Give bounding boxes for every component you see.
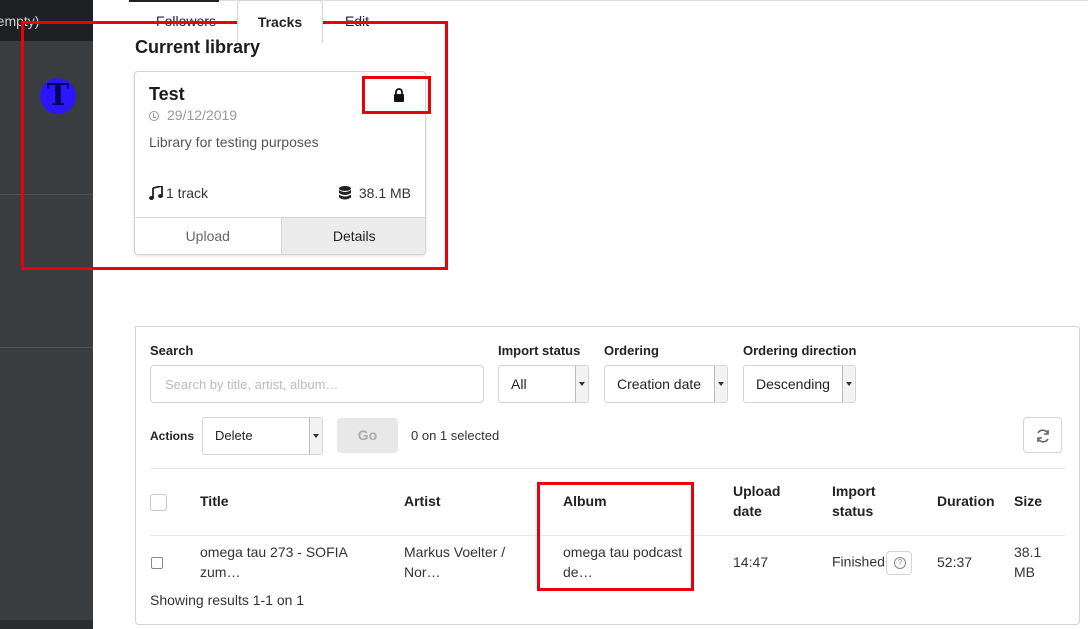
search-label: Search	[150, 343, 194, 358]
action-select[interactable]: Delete	[202, 417, 323, 455]
ordering-value: Creation date	[617, 376, 702, 392]
column-header-size[interactable]: Size	[1014, 491, 1042, 511]
refresh-icon	[1037, 429, 1049, 443]
row-duration: 52:37	[937, 554, 973, 570]
selected-count: 0 on 1 selected	[411, 428, 500, 443]
column-header-title[interactable]: Title	[200, 491, 229, 511]
column-header-artist[interactable]: Artist	[404, 491, 441, 511]
chevron-down-icon	[309, 418, 322, 454]
row-size-line2: MB	[1014, 564, 1035, 580]
highlight-box-lock	[362, 76, 431, 114]
results-summary: Showing results 1-1 on 1	[150, 592, 305, 608]
column-header-import-line1: Import	[832, 483, 876, 499]
import-status-label: Import status	[498, 343, 581, 358]
column-header-upload-date[interactable]: Upload date	[733, 481, 780, 521]
row-import-status-text: Finished	[832, 553, 885, 570]
actions-label: Actions	[150, 429, 195, 443]
column-header-upload-line1: Upload	[733, 483, 781, 499]
action-value: Delete	[215, 428, 253, 443]
go-button[interactable]: Go	[337, 418, 398, 453]
row-artist-line1: Markus Voelter /	[404, 544, 506, 560]
row-upload-date: 14:47	[733, 554, 769, 570]
help-button[interactable]: ?	[885, 551, 912, 575]
tab-tracks[interactable]: Tracks	[237, 0, 323, 43]
row-title[interactable]: omega tau 273 - SOFIA zum…	[200, 542, 348, 582]
row-size-line1: 38.1	[1014, 544, 1042, 560]
ordering-direction-label: Ordering direction	[743, 343, 857, 358]
search-input[interactable]: Search by title, artist, album…	[150, 365, 484, 403]
row-size: 38.1 MB	[1014, 542, 1041, 582]
chevron-down-icon	[575, 366, 588, 402]
column-header-import-status[interactable]: Import status	[832, 481, 876, 521]
sidebar-divider	[0, 347, 93, 348]
import-status-select[interactable]: All	[498, 365, 589, 403]
column-header-duration[interactable]: Duration	[937, 491, 995, 511]
select-all-checkbox[interactable]	[150, 494, 167, 511]
row-import-status: Finished?	[832, 551, 912, 575]
row-artist[interactable]: Markus Voelter / Nor…	[404, 542, 505, 582]
ordering-direction-select[interactable]: Descending	[743, 365, 856, 403]
highlight-box-library	[21, 21, 448, 270]
row-artist-line2: Nor…	[404, 564, 441, 580]
column-header-import-line2: status	[832, 503, 874, 519]
row-title-line1: omega tau 273 - SOFIA	[200, 544, 348, 560]
chevron-down-icon	[714, 366, 727, 402]
refresh-button[interactable]	[1023, 417, 1062, 453]
ordering-label: Ordering	[604, 343, 659, 358]
ordering-direction-value: Descending	[756, 376, 830, 392]
question-icon: ?	[893, 557, 906, 569]
sidebar-bottom-bar	[0, 620, 93, 629]
highlight-box-album	[537, 482, 694, 591]
row-checkbox[interactable]	[151, 557, 163, 569]
table-top-divider	[150, 468, 1065, 469]
column-header-upload-line2: date	[733, 503, 762, 519]
ordering-select[interactable]: Creation date	[604, 365, 728, 403]
import-status-value: All	[511, 376, 527, 392]
chevron-down-icon	[842, 366, 855, 402]
row-title-line2: zum…	[200, 564, 241, 580]
